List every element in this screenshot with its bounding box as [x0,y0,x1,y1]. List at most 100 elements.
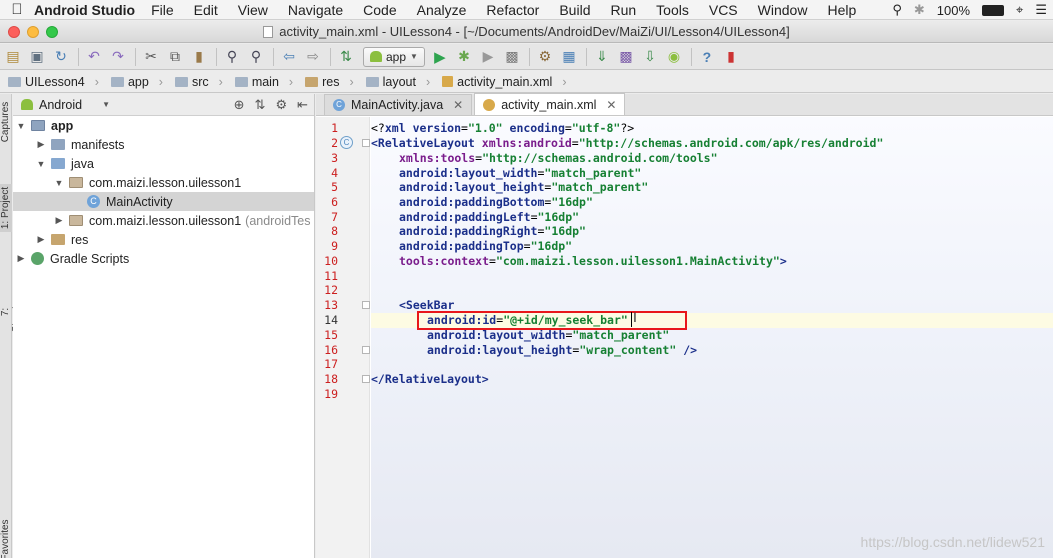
find-icon[interactable]: ⚲ [221,47,243,67]
help-icon[interactable]: ? [696,47,718,67]
equals-sign: = [489,254,496,268]
sync-icon[interactable]: ↻ [50,47,72,67]
tree-item-gradle-scripts[interactable]: ▶ Gradle Scripts [13,249,314,268]
redo-icon[interactable]: ↷ [107,47,129,67]
menu-tools[interactable]: Tools [656,2,689,18]
save-icon[interactable]: ▣ [26,47,48,67]
favorites-tab[interactable]: Favorites [0,516,12,558]
menu-view[interactable]: View [238,2,268,18]
collapsed-arrow-icon[interactable]: ▶ [35,139,47,150]
hide-panel-icon[interactable]: ⇤ [297,97,308,113]
battery-icon[interactable] [982,4,1005,16]
close-icon[interactable]: ✕ [606,98,616,112]
structure-tab[interactable]: 7: Structure [0,288,22,336]
make-project-icon[interactable]: ⇅ [335,47,357,67]
menu-navigate[interactable]: Navigate [288,2,343,18]
menu-analyze[interactable]: Analyze [417,2,467,18]
debug-icon[interactable]: ✱ [453,47,475,67]
tree-item-app[interactable]: ▼ app [13,116,314,135]
code-area[interactable]: <?xml version="1.0" encoding="utf-8"?> <… [371,117,1053,558]
collapsed-arrow-icon[interactable]: ▶ [15,253,27,264]
project-tab[interactable]: 1: Project [0,184,12,232]
breadcrumb-item[interactable]: src › [169,75,229,89]
fold-marker-icon[interactable] [362,139,370,147]
replace-icon[interactable]: ⚲ [245,47,267,67]
sdk-manager-icon[interactable]: ⇩ [639,47,661,67]
device-monitor-icon[interactable]: ▮ [720,47,742,67]
fold-marker-icon[interactable] [362,301,370,309]
menu-window[interactable]: Window [758,2,808,18]
wifi-icon[interactable]: ⌖ [1016,2,1023,18]
project-view-selector[interactable]: Android ▼ [21,98,117,112]
project-view-label: Android [39,97,83,112]
xml-value: "match_parent" [572,328,670,342]
collapse-all-icon[interactable]: ⇅ [255,97,266,113]
collapsed-arrow-icon[interactable]: ▶ [53,215,65,226]
attach-debugger-icon[interactable]: ▶ [477,47,499,67]
bluetooth-icon[interactable]: ✱ [914,2,925,18]
tag-self-close: /> [676,343,698,357]
expanded-arrow-icon[interactable]: ▼ [53,178,65,188]
tree-item-test-package[interactable]: ▶ com.maizi.lesson.uilesson1 (androidTes [13,211,314,230]
breadcrumb-item[interactable]: res › [299,75,360,89]
menu-extras-icon[interactable]: ☰ [1035,2,1047,18]
expanded-arrow-icon[interactable]: ▼ [15,121,27,131]
res-folder-icon [305,76,319,87]
menu-vcs[interactable]: VCS [709,2,738,18]
expanded-arrow-icon[interactable]: ▼ [35,159,47,169]
captures-tab[interactable]: Captures [0,98,12,146]
android-monitor-icon[interactable]: ◉ [663,47,685,67]
apple-menu-icon[interactable]:  [0,1,34,18]
run-icon[interactable]: ▶ [429,47,451,67]
tree-item-label: com.maizi.lesson.uilesson1 [89,175,242,190]
menu-run[interactable]: Run [610,2,636,18]
run-config-selector[interactable]: app ▼ [363,46,425,67]
tab-activity-main-xml[interactable]: activity_main.xml ✕ [474,93,626,115]
undo-icon[interactable]: ↶ [83,47,105,67]
folder-icon [8,76,21,87]
stop-icon[interactable]: ▩ [501,47,523,67]
scroll-from-source-icon[interactable]: ⊕ [234,97,245,113]
app-menu[interactable]: Android Studio [34,2,135,18]
breadcrumb-separator: › [158,74,163,89]
breadcrumb-item[interactable]: activity_main.xml › [436,75,572,89]
breadcrumb-item[interactable]: app › [105,75,169,89]
menu-file[interactable]: File [151,2,174,18]
avd-manager-icon[interactable]: ▩ [615,47,637,67]
menu-help[interactable]: Help [827,2,856,18]
fold-marker-icon[interactable] [362,346,370,354]
back-icon[interactable]: ⇦ [278,47,300,67]
class-reference-icon[interactable]: C [340,136,353,149]
close-icon[interactable]: ✕ [453,98,463,112]
gradle-sync-icon[interactable]: ⇓ [591,47,613,67]
forward-icon[interactable]: ⇨ [302,47,324,67]
breadcrumb-item[interactable]: main › [229,75,299,89]
menu-edit[interactable]: Edit [194,2,218,18]
tree-item-manifests[interactable]: ▶ manifests [13,135,314,154]
cut-icon[interactable]: ✂ [140,47,162,67]
breadcrumb-item[interactable]: layout › [360,75,437,89]
paste-icon[interactable]: ▮ [188,47,210,67]
breadcrumb-item[interactable]: UILesson4 › [2,75,105,89]
tree-item-res[interactable]: ▶ res [13,230,314,249]
tree-item-package[interactable]: ▼ com.maizi.lesson.uilesson1 [13,173,314,192]
tree-item-mainactivity[interactable]: C MainActivity [13,192,314,211]
open-folder-icon[interactable]: ▤ [2,47,24,67]
menu-build[interactable]: Build [559,2,590,18]
tab-mainactivity-java[interactable]: C MainActivity.java ✕ [324,94,473,115]
search-icon[interactable]: ⚲ [892,2,902,18]
copy-icon[interactable]: ⧉ [164,47,186,67]
line-number-gutter[interactable]: 1 2 3 4 5 6 7 8 9 10 11 12 13 14 15 16 1… [316,117,370,558]
breadcrumb-label: src [191,74,209,89]
menu-code[interactable]: Code [363,2,396,18]
collapsed-arrow-icon[interactable]: ▶ [35,234,47,245]
fold-marker-icon[interactable] [362,375,370,383]
gear-icon[interactable]: ⚙ [275,97,287,113]
folder-icon [51,139,65,150]
tree-item-label: manifests [71,137,125,152]
menu-refactor[interactable]: Refactor [486,2,539,18]
tree-item-java[interactable]: ▼ java [13,154,314,173]
xml-attribute: tools:context [399,254,490,268]
project-structure-icon[interactable]: ⚙ [534,47,556,67]
layout-inspector-icon[interactable]: ▦ [558,47,580,67]
